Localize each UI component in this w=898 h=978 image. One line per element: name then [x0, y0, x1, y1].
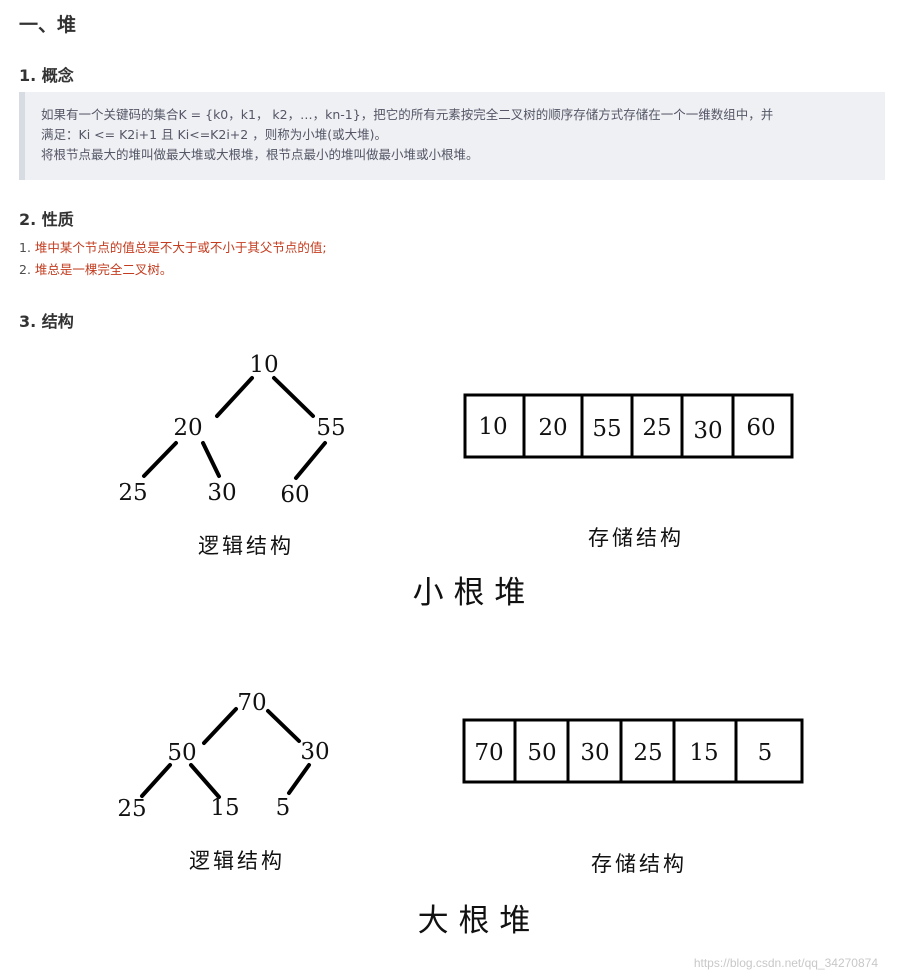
tree-node: 30 — [207, 480, 236, 506]
tree-edge — [294, 441, 327, 480]
tree-node: 50 — [167, 740, 196, 766]
tree-node: 10 — [249, 352, 278, 378]
tree-edge — [202, 707, 238, 745]
array-cell: 5 — [758, 740, 773, 766]
watermark: https://blog.csdn.net/qq_34270874 — [693, 956, 878, 970]
min-heap-logical-label: 逻辑结构 — [198, 534, 294, 558]
tree-edge — [215, 376, 254, 418]
tree-node: 55 — [316, 415, 345, 441]
min-heap-array — [463, 393, 794, 459]
tree-edge — [272, 376, 315, 418]
array-cell: 70 — [474, 740, 503, 766]
tree-node: 70 — [237, 690, 266, 716]
array-cell: 25 — [642, 415, 671, 441]
tree-node: 5 — [276, 795, 291, 821]
tree-node: 15 — [210, 795, 239, 821]
array-frame — [463, 393, 794, 459]
min-heap-storage-label: 存储结构 — [588, 526, 684, 550]
max-heap-caption: 大 根 堆 — [418, 903, 531, 939]
array-cell: 50 — [527, 740, 556, 766]
tree-edge — [201, 441, 221, 478]
tree-node: 60 — [280, 482, 309, 508]
min-heap-caption: 小 根 堆 — [413, 575, 526, 611]
tree-edge — [287, 763, 311, 795]
tree-node: 25 — [117, 796, 146, 822]
array-cell: 15 — [689, 740, 718, 766]
heap-structure-figure: 10 20 55 25 30 60 10 20 55 25 30 60 逻辑结构… — [117, 352, 804, 939]
array-cell: 25 — [633, 740, 662, 766]
array-cell: 10 — [478, 414, 507, 440]
tree-node: 20 — [173, 415, 202, 441]
array-cell: 55 — [592, 416, 621, 442]
array-cell: 30 — [693, 418, 722, 444]
array-cell: 30 — [580, 740, 609, 766]
max-heap-storage-label: 存储结构 — [591, 852, 687, 876]
min-heap-tree — [142, 376, 327, 480]
array-cell: 20 — [538, 415, 567, 441]
max-heap-logical-label: 逻辑结构 — [189, 849, 285, 873]
tree-edge — [140, 763, 172, 798]
tree-edge — [189, 763, 221, 799]
tree-edge — [266, 709, 301, 743]
tree-edge — [142, 441, 178, 478]
tree-node: 30 — [300, 739, 329, 765]
tree-node: 25 — [118, 480, 147, 506]
array-cell: 60 — [746, 415, 775, 441]
